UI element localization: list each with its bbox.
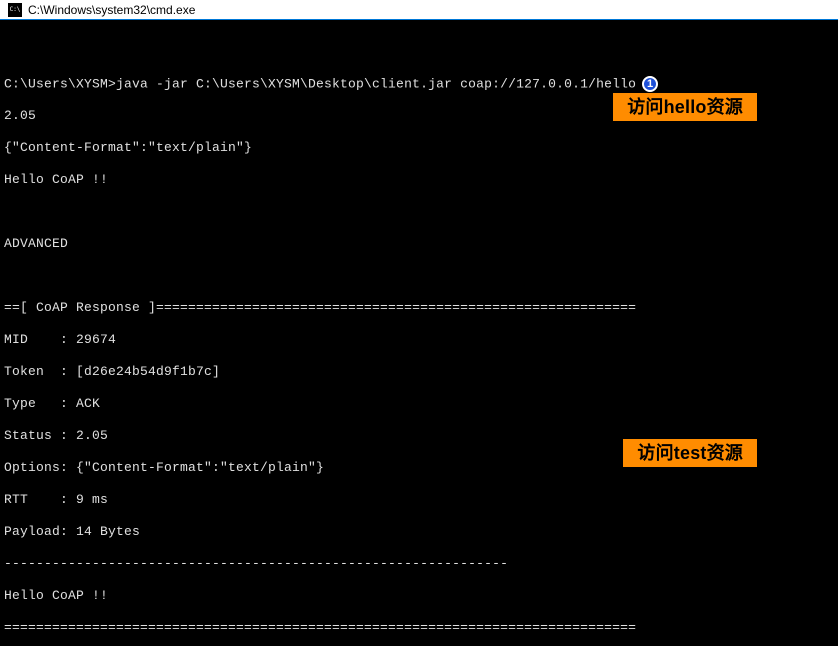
content-format: {"Content-Format":"text/plain"} bbox=[4, 140, 834, 156]
blank-line bbox=[4, 44, 834, 60]
terminal-output[interactable]: C:\Users\XYSM>java -jar C:\Users\XYSM\De… bbox=[0, 20, 838, 646]
cmd-icon bbox=[8, 3, 22, 17]
response-body: Hello CoAP !! bbox=[4, 172, 834, 188]
window-title-bar[interactable]: C:\Windows\system32\cmd.exe bbox=[0, 0, 838, 20]
blank-line bbox=[4, 204, 834, 220]
mid-line: MID : 29674 bbox=[4, 332, 834, 348]
payload-line: Payload: 14 Bytes bbox=[4, 524, 834, 540]
response-footer: ========================================… bbox=[4, 620, 834, 636]
token-line: Token : [d26e24b54d9f1b7c] bbox=[4, 364, 834, 380]
rtt-line: RTT : 9 ms bbox=[4, 492, 834, 508]
badge-1: 1 bbox=[642, 76, 658, 92]
annotation-test: 访问test资源 bbox=[622, 438, 758, 468]
type-line: Type : ACK bbox=[4, 396, 834, 412]
prompt-line-1: C:\Users\XYSM>java -jar C:\Users\XYSM\De… bbox=[4, 76, 834, 92]
blank-line bbox=[4, 268, 834, 284]
payload-body: Hello CoAP !! bbox=[4, 588, 834, 604]
annotation-hello: 访问hello资源 bbox=[612, 92, 758, 122]
window-title: C:\Windows\system32\cmd.exe bbox=[28, 3, 195, 17]
response-header: ==[ CoAP Response ]=====================… bbox=[4, 300, 834, 316]
advanced-label: ADVANCED bbox=[4, 236, 834, 252]
separator: ----------------------------------------… bbox=[4, 556, 834, 572]
